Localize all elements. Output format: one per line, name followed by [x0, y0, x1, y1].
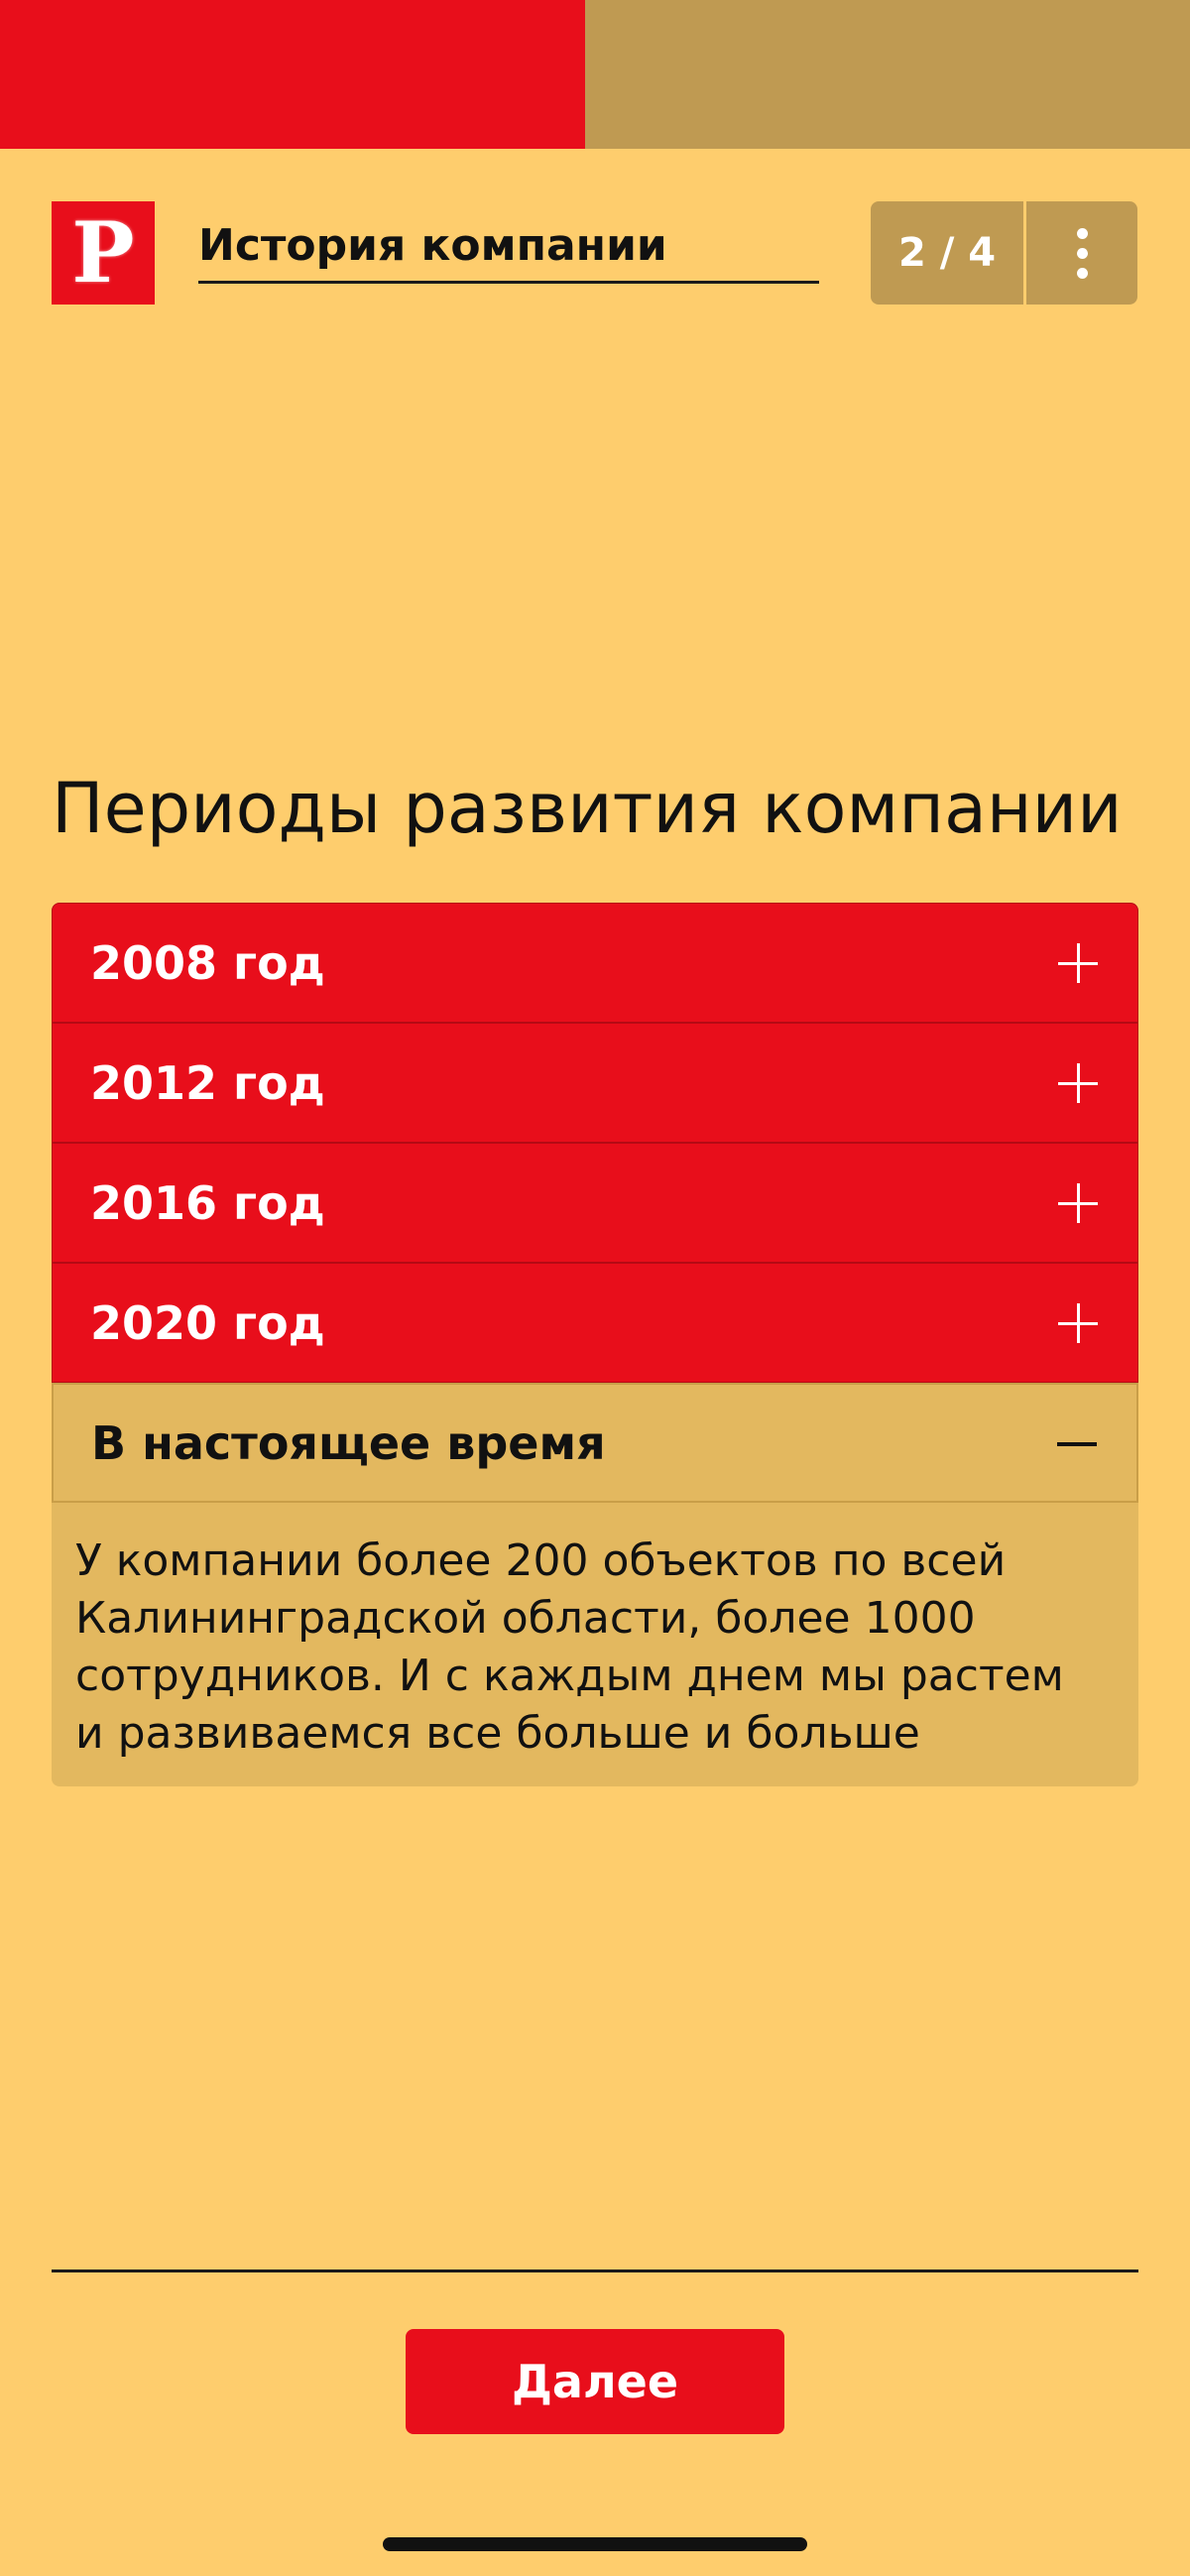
accordion-item-2008[interactable]: 2008 год — [52, 903, 1138, 1023]
page-controls: 2 / 4 — [871, 201, 1137, 305]
accordion-item-2012[interactable]: 2012 год — [52, 1023, 1138, 1143]
plus-icon — [1058, 1302, 1098, 1343]
accordion-item-present[interactable]: В настоящее время — [52, 1383, 1138, 1503]
accordion-item-2016[interactable]: 2016 год — [52, 1143, 1138, 1263]
company-logo: P — [52, 201, 155, 305]
minus-icon — [1057, 1423, 1097, 1463]
plus-icon — [1058, 942, 1098, 983]
accordion-item-2020[interactable]: 2020 год — [52, 1263, 1138, 1383]
plus-icon — [1058, 1062, 1098, 1103]
accordion-item-label: 2012 год — [90, 1055, 325, 1110]
periods-accordion: 2008 год 2012 год 2016 год 2020 год В на… — [52, 903, 1138, 1786]
next-button[interactable]: Далее — [406, 2329, 784, 2434]
vertical-dots-icon — [1076, 267, 1088, 279]
home-indicator[interactable] — [383, 2537, 807, 2551]
page-counter[interactable]: 2 / 4 — [871, 201, 1023, 305]
course-title: История компании — [198, 208, 819, 284]
lesson-progress-fill — [0, 0, 585, 149]
accordion-item-label: 2020 год — [90, 1295, 325, 1350]
footer-divider — [52, 2269, 1138, 2272]
logo-letter: P — [71, 203, 135, 302]
accordion-item-content: У компании более 200 объектов по всей Ка… — [52, 1503, 1138, 1786]
plus-icon — [1058, 1182, 1098, 1223]
more-menu-button[interactable] — [1026, 201, 1137, 305]
accordion-item-label: В настоящее время — [91, 1415, 606, 1470]
vertical-dots-icon — [1076, 247, 1088, 259]
header: P История компании 2 / 4 — [0, 149, 1190, 327]
accordion-item-label: 2008 год — [90, 935, 325, 990]
lesson-progress-bar — [0, 0, 1190, 149]
accordion-item-label: 2016 год — [90, 1175, 325, 1230]
section-title: Периоды развития компании — [52, 768, 1123, 849]
vertical-dots-icon — [1076, 227, 1088, 239]
